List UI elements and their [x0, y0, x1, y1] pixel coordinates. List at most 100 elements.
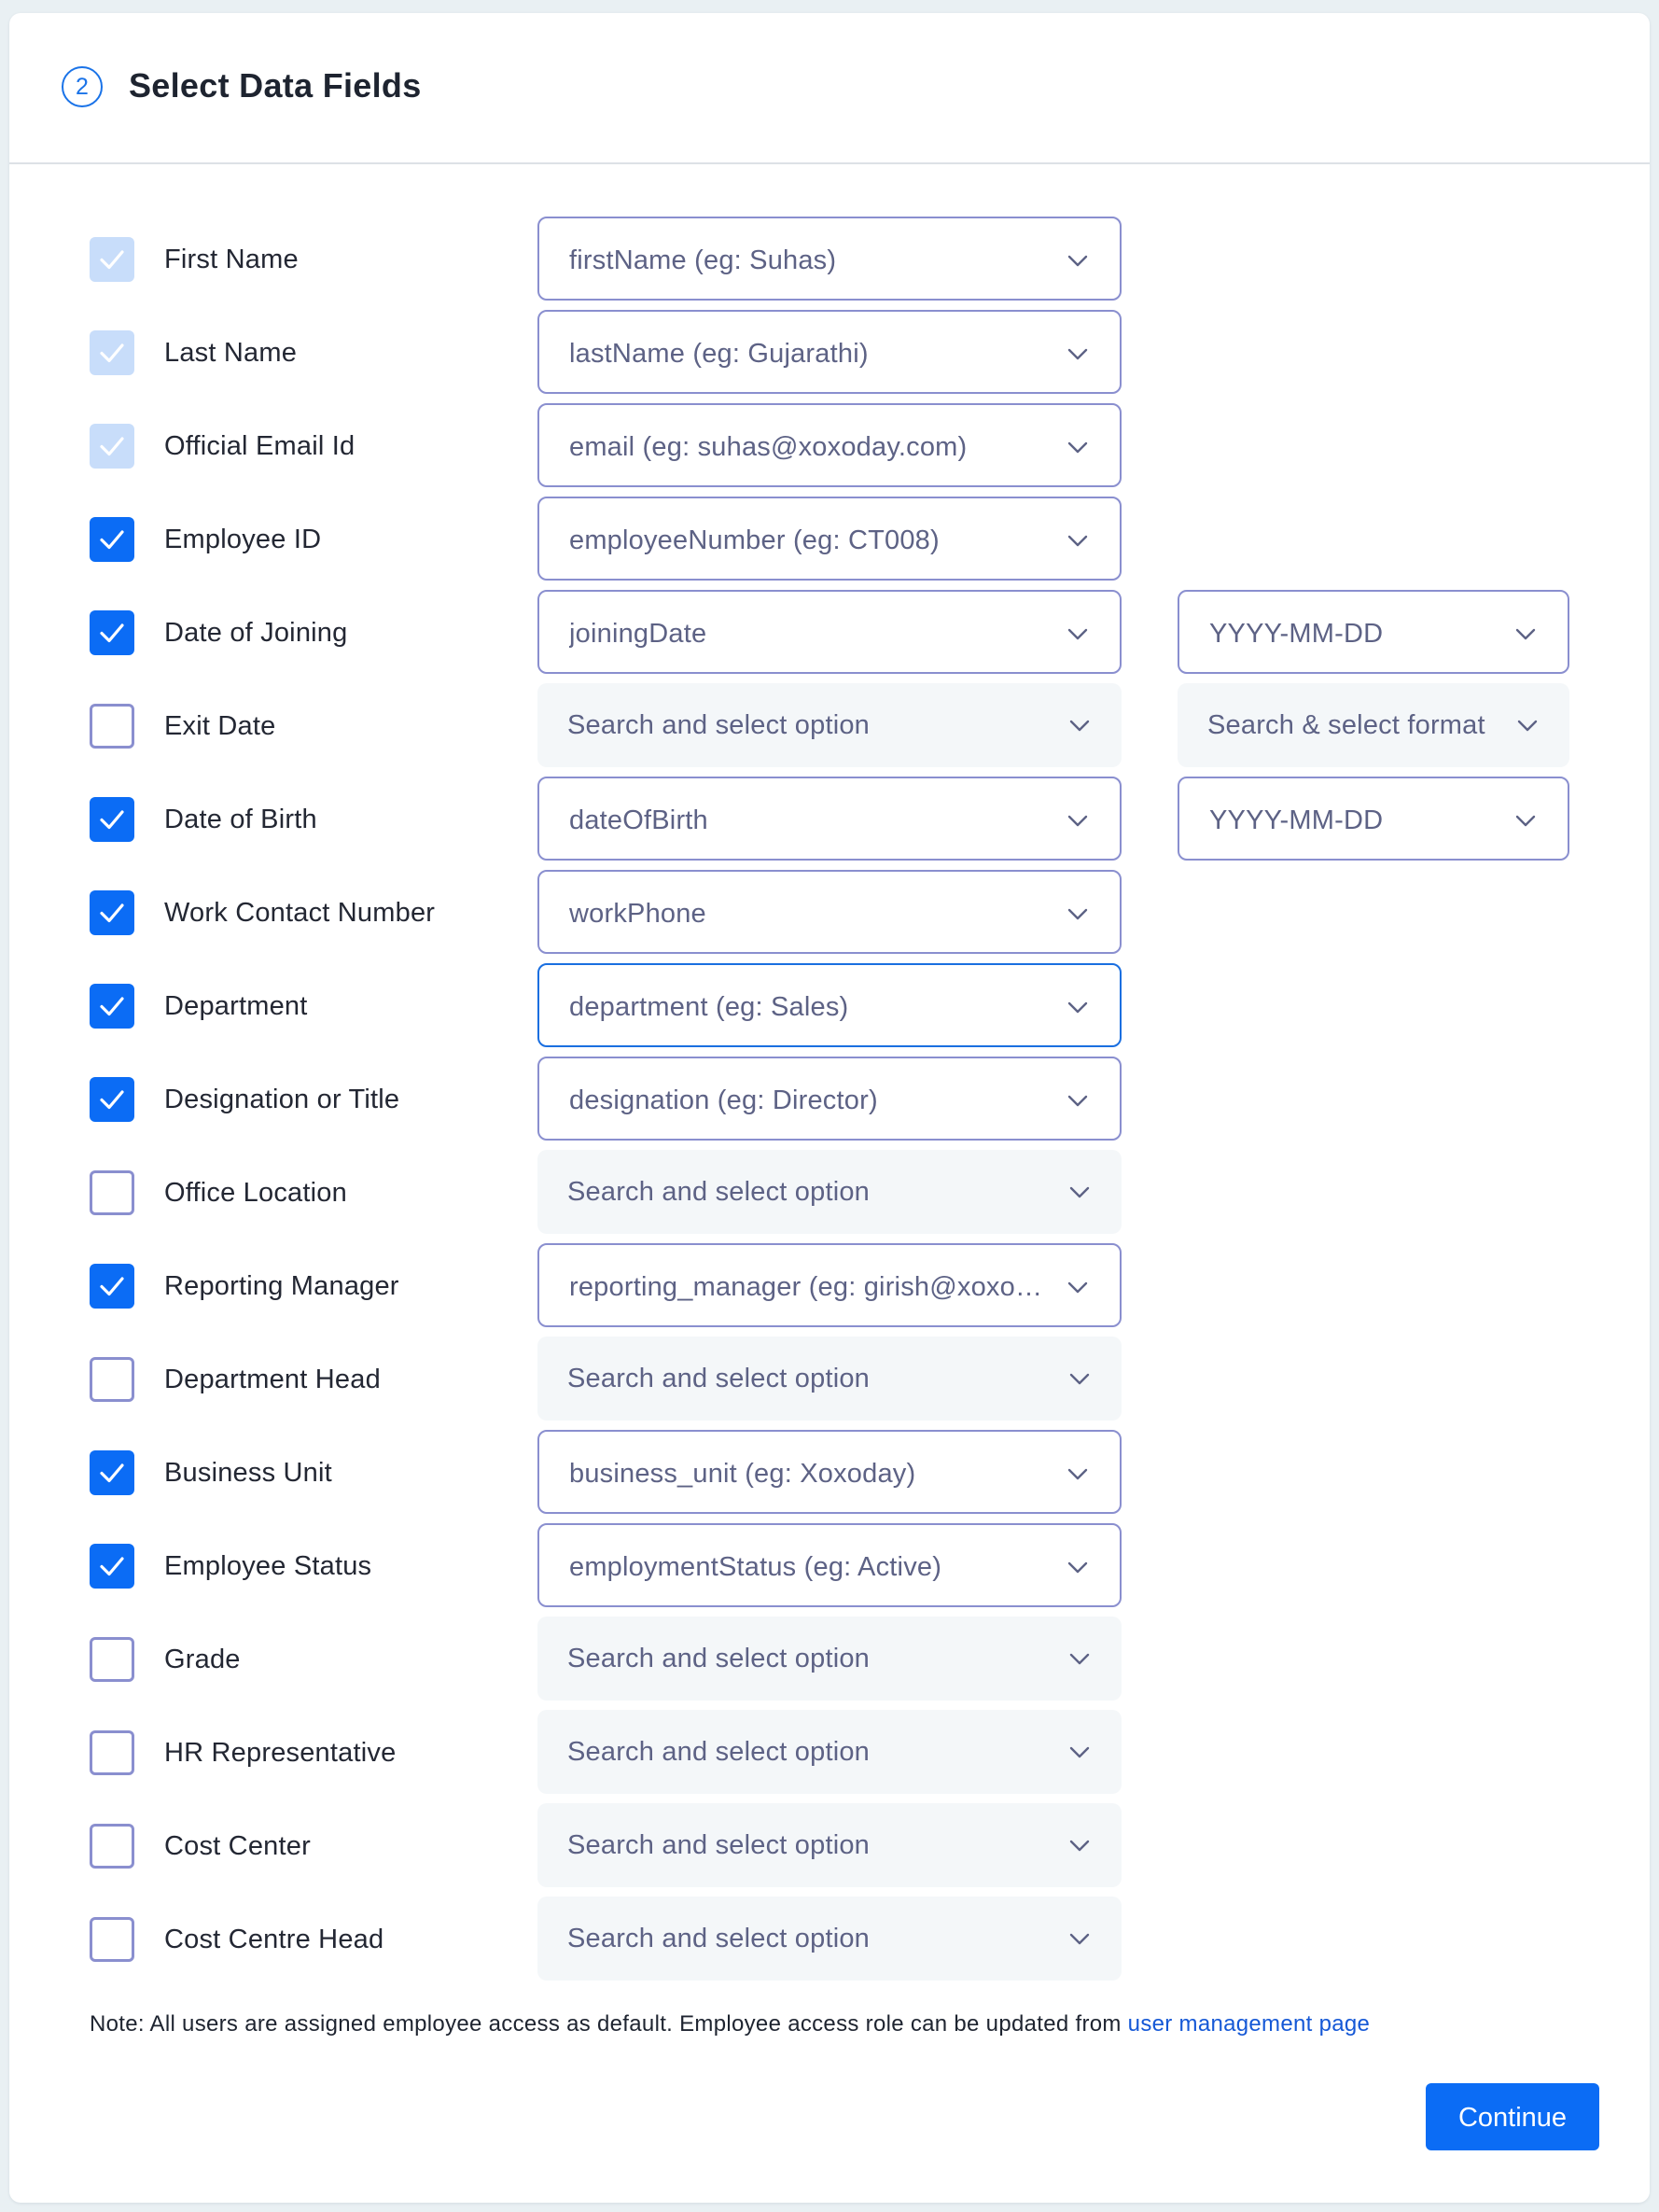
field-checkbox[interactable]	[90, 797, 134, 842]
page-title: Select Data Fields	[129, 66, 422, 105]
date-format-value: YYYY-MM-DD	[1209, 805, 1384, 835]
field-mapping-select[interactable]: Search and select option	[537, 1803, 1122, 1887]
field-checkbox[interactable]	[90, 610, 134, 655]
field-checkbox[interactable]	[90, 1077, 134, 1122]
field-checkbox[interactable]	[90, 1730, 134, 1775]
field-mapping-select[interactable]: lastName (eg: Gujarathi)	[537, 310, 1122, 394]
field-mapping-select[interactable]: Search and select option	[537, 1710, 1122, 1794]
chevron-down-icon	[1066, 902, 1090, 926]
chevron-down-icon	[1066, 808, 1090, 833]
date-format-value: Search & select format	[1207, 710, 1485, 740]
field-row: Grade Search and select option	[9, 1617, 1650, 1701]
field-checkbox[interactable]	[90, 1170, 134, 1215]
field-checkbox[interactable]	[90, 1544, 134, 1589]
field-mapping-select[interactable]: workPhone	[537, 870, 1122, 954]
field-checkbox[interactable]	[90, 890, 134, 935]
field-mapping-select[interactable]: Search and select option	[537, 1337, 1122, 1421]
field-label: Date of Birth	[164, 805, 317, 834]
step-number-badge: 2	[62, 66, 103, 107]
field-checkbox[interactable]	[90, 1637, 134, 1682]
field-row: HR Representative Search and select optio…	[9, 1710, 1650, 1794]
field-row: Date of Birth dateOfBirth YYYY-MM-DD	[9, 777, 1650, 861]
field-label: Designation or Title	[164, 1085, 400, 1114]
field-row: Reporting Manager reporting_manager (eg: …	[9, 1243, 1650, 1327]
field-mapping-select[interactable]: dateOfBirth	[537, 777, 1122, 861]
field-mapping-select[interactable]: Search and select option	[537, 1897, 1122, 1981]
field-mapping-select[interactable]: Search and select option	[537, 683, 1122, 767]
field-checkbox[interactable]	[90, 1264, 134, 1309]
field-mapping-value: Search and select option	[567, 1830, 871, 1860]
field-label: Cost Centre Head	[164, 1925, 384, 1954]
field-row: Last Name lastName (eg: Gujarathi)	[9, 310, 1650, 394]
field-mapping-value: lastName (eg: Gujarathi)	[569, 339, 869, 369]
note-text: Note: All users are assigned employee ac…	[90, 2011, 1128, 2037]
field-mapping-select[interactable]: Search and select option	[537, 1150, 1122, 1234]
field-checkbox[interactable]	[90, 517, 134, 562]
chevron-down-icon	[1067, 1833, 1092, 1857]
field-row: Department Head Search and select option	[9, 1337, 1650, 1421]
chevron-down-icon	[1066, 1275, 1090, 1299]
field-mapping-select[interactable]: business_unit (eg: Xoxoday)	[537, 1430, 1122, 1514]
chevron-down-icon	[1067, 1646, 1092, 1671]
chevron-down-icon	[1066, 1555, 1090, 1579]
field-mapping-select[interactable]: firstName (eg: Suhas)	[537, 217, 1122, 301]
date-format-select[interactable]: YYYY-MM-DD	[1178, 590, 1569, 674]
field-label: Office Location	[164, 1178, 347, 1208]
field-checkbox[interactable]	[90, 1450, 134, 1495]
field-label: Cost Center	[164, 1831, 311, 1861]
field-mapping-value: reporting_manager (eg: girish@xoxoday.co…	[569, 1272, 1045, 1302]
field-mapping-value: Search and select option	[567, 1364, 871, 1393]
chevron-down-icon	[1066, 342, 1090, 366]
field-label: Department Head	[164, 1365, 381, 1394]
field-checkbox	[90, 330, 134, 375]
field-mapping-value: dateOfBirth	[569, 805, 708, 835]
field-label: Business Unit	[164, 1458, 332, 1488]
field-checkbox[interactable]	[90, 1824, 134, 1869]
field-checkbox[interactable]	[90, 704, 134, 749]
card-header: 2 Select Data Fields	[9, 13, 1650, 164]
date-format-select[interactable]: Search & select format	[1178, 683, 1569, 767]
field-mapping-select[interactable]: employmentStatus (eg: Active)	[537, 1523, 1122, 1607]
field-mapping-select[interactable]: reporting_manager (eg: girish@xoxoday.co…	[537, 1243, 1122, 1327]
field-mapping-value: workPhone	[569, 899, 706, 929]
chevron-down-icon	[1067, 1366, 1092, 1391]
field-checkbox[interactable]	[90, 1357, 134, 1402]
field-mapping-value: department (eg: Sales)	[569, 992, 849, 1022]
chevron-down-icon	[1066, 248, 1090, 273]
user-management-link[interactable]: user management page	[1128, 2011, 1371, 2037]
field-mapping-select[interactable]: email (eg: suhas@xoxoday.com)	[537, 403, 1122, 487]
field-label: Work Contact Number	[164, 898, 436, 928]
field-label: HR Representative	[164, 1738, 397, 1768]
field-row: Office Location Search and select option	[9, 1150, 1650, 1234]
field-mapping-select[interactable]: joiningDate	[537, 590, 1122, 674]
field-checkbox	[90, 237, 134, 282]
field-mapping-select[interactable]: designation (eg: Director)	[537, 1057, 1122, 1141]
field-mapping-select[interactable]: employeeNumber (eg: CT008)	[537, 497, 1122, 581]
field-checkbox[interactable]	[90, 1917, 134, 1962]
field-label: Grade	[164, 1645, 241, 1674]
field-label: Official Email Id	[164, 431, 356, 461]
field-row: First Name firstName (eg: Suhas)	[9, 217, 1650, 301]
date-format-select[interactable]: YYYY-MM-DD	[1178, 777, 1569, 861]
continue-button[interactable]: Continue	[1426, 2083, 1599, 2150]
field-mapping-select[interactable]: department (eg: Sales)	[537, 963, 1122, 1047]
chevron-down-icon	[1067, 1740, 1092, 1764]
field-row: Date of Joining joiningDate YYYY-MM-DD	[9, 590, 1650, 674]
field-mapping-value: firstName (eg: Suhas)	[569, 245, 837, 275]
field-row: Exit Date Search and select option Search …	[9, 683, 1650, 767]
field-checkbox[interactable]	[90, 984, 134, 1029]
chevron-down-icon	[1066, 622, 1090, 646]
field-mapping-select[interactable]: Search and select option	[537, 1617, 1122, 1701]
field-row: Cost Centre Head Search and select option	[9, 1897, 1650, 1981]
field-row: Business Unit business_unit (eg: Xoxoday)	[9, 1430, 1650, 1514]
field-row: Cost Center Search and select option	[9, 1803, 1650, 1887]
field-mapping-value: Search and select option	[567, 1924, 871, 1953]
field-label: First Name	[164, 245, 299, 274]
field-mapping-value: Search and select option	[567, 1644, 871, 1673]
field-label: Employee ID	[164, 525, 322, 554]
field-row: Official Email Id email (eg: suhas@xoxoda…	[9, 403, 1650, 487]
field-row: Designation or Title designation (eg: Dir…	[9, 1057, 1650, 1141]
field-label: Department	[164, 991, 308, 1021]
chevron-down-icon	[1066, 528, 1090, 553]
field-label: Reporting Manager	[164, 1271, 399, 1301]
